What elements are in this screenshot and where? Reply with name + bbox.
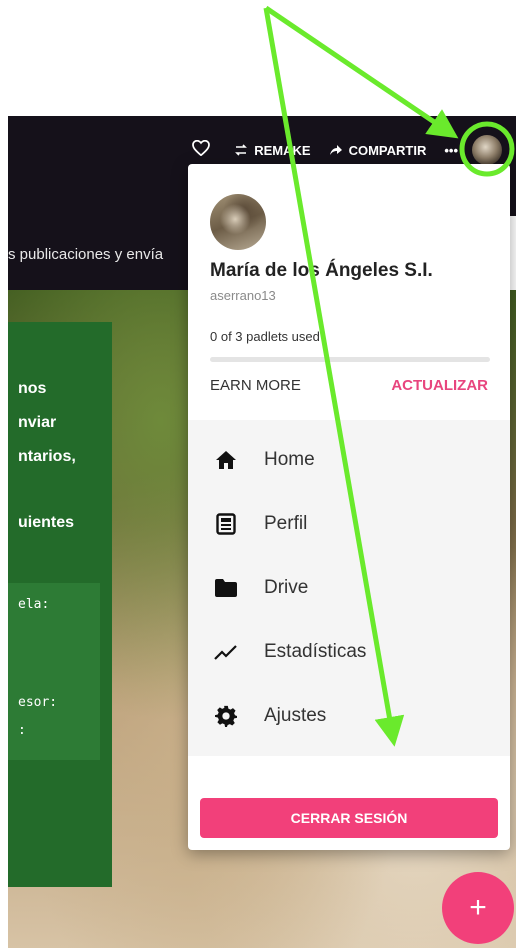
user-username: aserrano13	[210, 288, 276, 303]
profile-card-icon	[212, 510, 240, 538]
user-menu-dropdown: María de los Ángeles S.I. aserrano13 0 o…	[188, 164, 510, 850]
remake-icon	[235, 144, 248, 156]
annotation-arrow	[264, 5, 459, 139]
menu-item-estadisticas[interactable]: Estadísticas	[188, 620, 510, 684]
post-text-line: uientes	[18, 514, 75, 531]
share-label: COMPARTIR	[348, 142, 427, 158]
menu-item-perfil[interactable]: Perfil	[188, 492, 510, 556]
more-options-button[interactable]: •••	[444, 143, 458, 158]
share-button[interactable]: COMPARTIR	[329, 142, 427, 158]
menu-item-ajustes[interactable]: Ajustes	[188, 684, 510, 748]
menu-item-label: Drive	[264, 577, 309, 598]
gear-icon	[212, 702, 240, 730]
folder-icon	[212, 574, 240, 602]
menu-item-label: Ajustes	[264, 705, 327, 726]
menu-item-label: Perfil	[264, 513, 308, 534]
logout-button[interactable]: CERRAR SESIÓN	[200, 798, 498, 838]
post-code-block: ela: esor: :	[8, 583, 100, 760]
earn-more-link[interactable]: EARN MORE	[210, 377, 301, 394]
menu-list: Home Perfil Drive Estadísticas Ajustes	[188, 420, 510, 756]
remake-button[interactable]: REMAKE	[234, 142, 311, 158]
menu-item-home[interactable]: Home	[188, 428, 510, 492]
menu-item-drive[interactable]: Drive	[188, 556, 510, 620]
code-line: ela:	[18, 597, 50, 612]
heart-icon[interactable]	[192, 139, 211, 161]
post-text-line: nviar	[18, 414, 57, 431]
code-line: :	[18, 723, 26, 738]
menu-item-label: Home	[264, 449, 315, 470]
remake-label: REMAKE	[254, 142, 311, 158]
user-avatar-button[interactable]	[472, 135, 502, 165]
padlet-usage-bar	[210, 357, 490, 362]
add-post-button[interactable]: +	[442, 872, 514, 944]
home-icon	[212, 446, 240, 474]
share-arrow-icon	[329, 145, 342, 155]
post-text-line: ntarios,	[18, 448, 76, 465]
trending-icon	[212, 638, 240, 666]
padlet-subtitle: s publicaciones y envía	[8, 246, 164, 263]
menu-item-label: Estadísticas	[264, 641, 367, 662]
user-avatar	[210, 194, 266, 250]
user-display-name: María de los Ángeles S.I.	[210, 260, 433, 281]
post-text-line: nos	[18, 380, 47, 397]
padlet-usage-text: 0 of 3 padlets used	[210, 329, 320, 344]
code-line: esor:	[18, 695, 58, 710]
upgrade-link[interactable]: ACTUALIZAR	[391, 377, 488, 394]
